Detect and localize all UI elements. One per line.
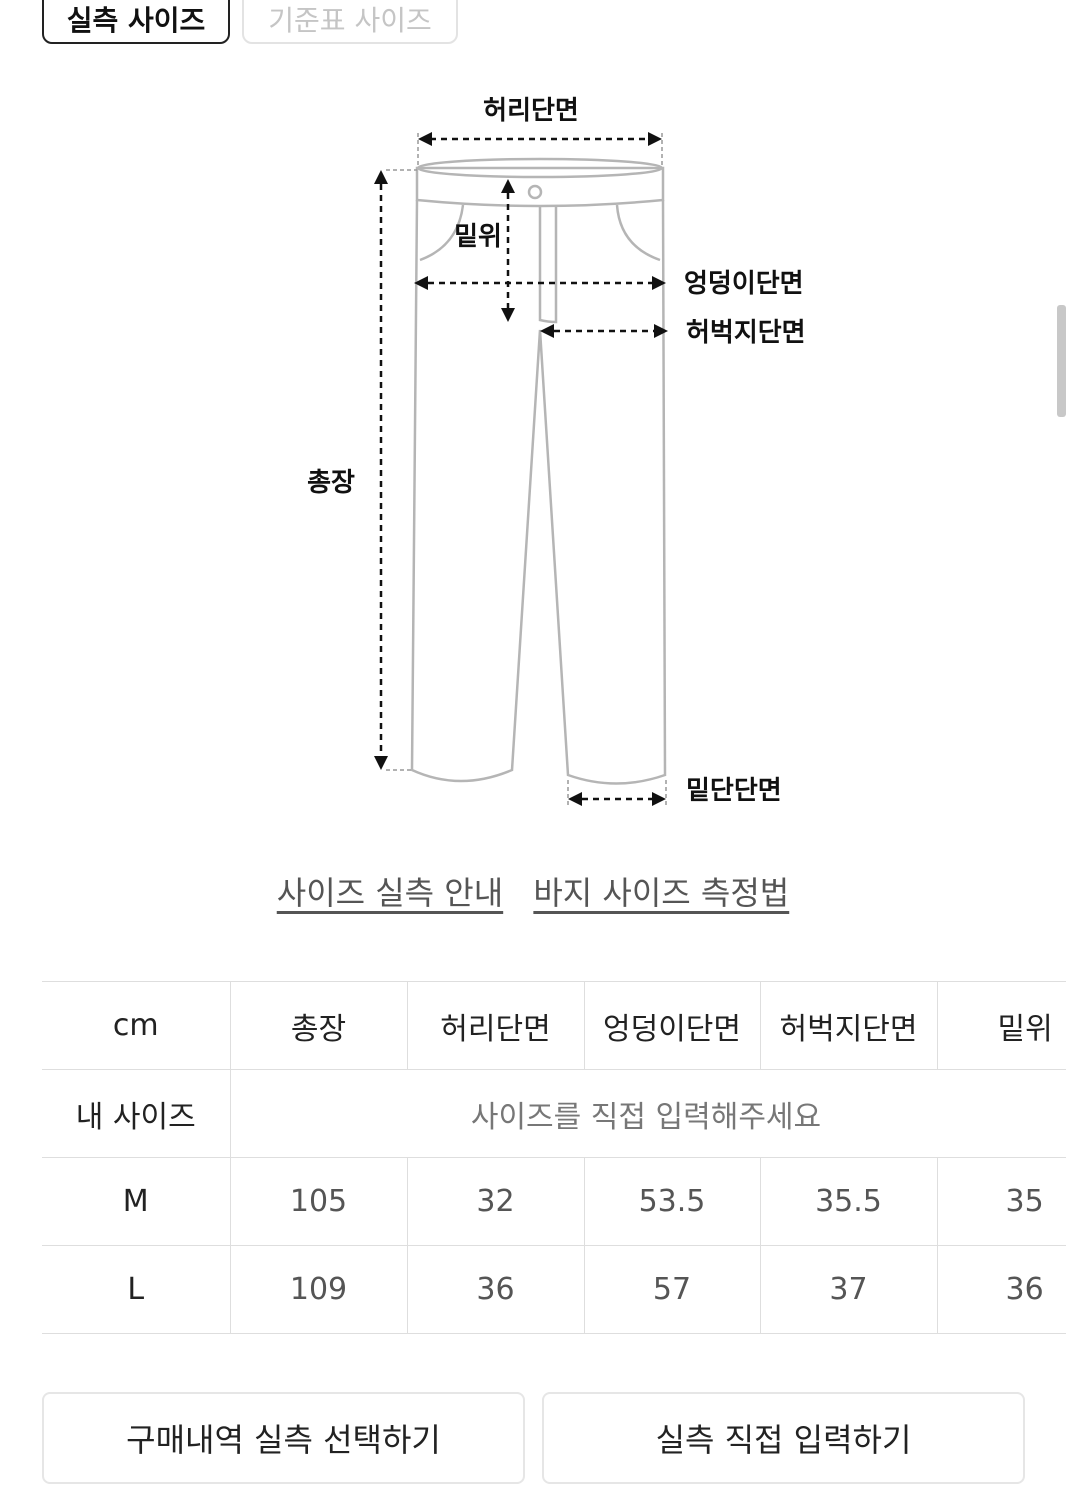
waist-value: 32 <box>407 1157 585 1246</box>
header-hip: 엉덩이단면 <box>584 981 761 1070</box>
table-row: L 109 36 57 37 36 <box>42 1245 1066 1334</box>
my-size-row[interactable]: 내 사이즈 사이즈를 직접 입력해주세요 <box>42 1069 1066 1158</box>
pants-measurement-diagram: 허리단면 총장 밑위 엉덩이단면 허벅지단면 밑단단면 <box>307 96 806 806</box>
size-guide-link[interactable]: 사이즈 실측 안내 <box>277 874 503 912</box>
scrollbar[interactable] <box>1057 305 1066 417</box>
tab-standard-size[interactable]: 기준표 사이즈 <box>242 0 458 44</box>
hip-label: 엉덩이단면 <box>684 269 804 299</box>
length-value: 109 <box>230 1245 408 1334</box>
purchase-history-button[interactable]: 구매내역 실측 선택하기 <box>42 1392 525 1484</box>
tab-actual-size[interactable]: 실측 사이즈 <box>42 0 230 44</box>
thigh-value: 37 <box>760 1245 938 1334</box>
thigh-value: 35.5 <box>760 1157 938 1246</box>
guide-links: 사이즈 실측 안내 바지 사이즈 측정법 <box>0 868 1066 914</box>
pants-outline-icon <box>410 157 667 785</box>
header-thigh: 허벅지단면 <box>760 981 938 1070</box>
header-unit: cm <box>42 981 231 1070</box>
length-label: 총장 <box>307 468 355 498</box>
size-label: M <box>42 1157 231 1246</box>
rise-label: 밑위 <box>454 222 502 252</box>
rise-value: 35 <box>937 1157 1066 1246</box>
hip-value: 57 <box>584 1245 761 1334</box>
hem-label: 밑단단면 <box>686 776 782 806</box>
my-size-label: 내 사이즈 <box>42 1069 231 1158</box>
hip-value: 53.5 <box>584 1157 761 1246</box>
my-size-input[interactable]: 사이즈를 직접 입력해주세요 <box>230 1069 1066 1158</box>
header-rise: 밑위 <box>937 981 1066 1070</box>
header-waist: 허리단면 <box>407 981 585 1070</box>
thigh-measure-line <box>540 324 668 338</box>
size-table: cm 총장 허리단면 엉덩이단면 허벅지단면 밑위 내 사이즈 사이즈를 직접 … <box>42 981 1066 1334</box>
length-measure-line <box>374 169 417 771</box>
waist-value: 36 <box>407 1245 585 1334</box>
length-value: 105 <box>230 1157 408 1246</box>
rise-value: 36 <box>937 1245 1066 1334</box>
waist-label: 허리단면 <box>483 96 579 126</box>
header-length: 총장 <box>230 981 408 1070</box>
measure-method-link[interactable]: 바지 사이즈 측정법 <box>533 874 789 912</box>
size-label: L <box>42 1245 231 1334</box>
table-header-row: cm 총장 허리단면 엉덩이단면 허벅지단면 밑위 <box>42 981 1066 1070</box>
rise-measure-line <box>501 179 515 322</box>
direct-input-button[interactable]: 실측 직접 입력하기 <box>542 1392 1025 1484</box>
thigh-label: 허벅지단면 <box>686 318 806 348</box>
table-row: M 105 32 53.5 35.5 35 <box>42 1157 1066 1246</box>
